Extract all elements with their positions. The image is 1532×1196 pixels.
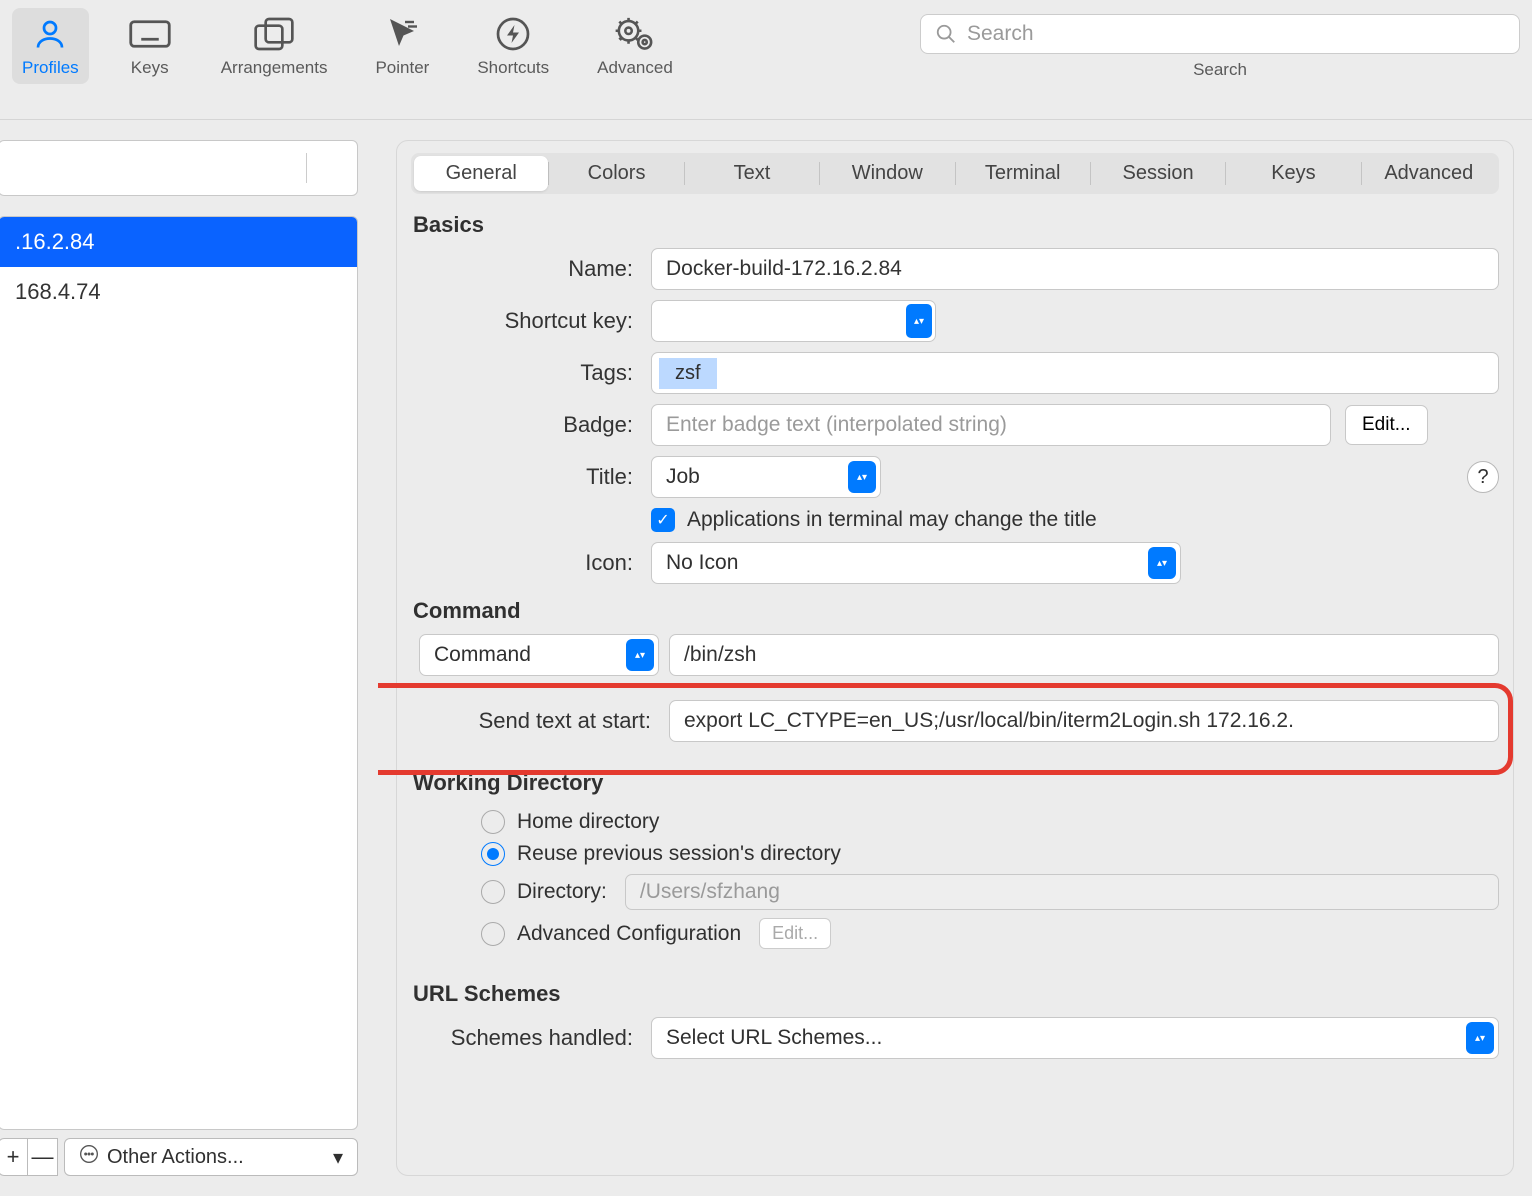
add-profile-button[interactable]: + xyxy=(0,1138,28,1176)
command-mode-select[interactable]: Command ▴▾ xyxy=(419,634,659,676)
home-label: Home directory xyxy=(517,810,659,834)
chevron-updown-icon: ▴▾ xyxy=(1466,1022,1494,1054)
advanced-dir-edit-button[interactable]: Edit... xyxy=(759,918,831,949)
tag-chip[interactable]: zsf xyxy=(659,358,717,389)
send-text-label: Send text at start: xyxy=(411,708,669,734)
title-change-label: Applications in terminal may change the … xyxy=(687,508,1097,532)
cursor-icon xyxy=(379,14,425,54)
title-value: Job xyxy=(666,465,700,489)
shortcut-label: Shortcut key: xyxy=(411,308,651,334)
other-actions-select[interactable]: Other Actions... ▾ xyxy=(64,1138,358,1176)
command-input[interactable]: /bin/zsh xyxy=(669,634,1499,676)
reuse-label: Reuse previous session's directory xyxy=(517,842,841,866)
toolbar-label: Shortcuts xyxy=(477,58,549,78)
tab-general[interactable]: General xyxy=(414,156,548,191)
tab-terminal[interactable]: Terminal xyxy=(956,156,1090,191)
profile-row[interactable]: 168.4.74 xyxy=(0,267,357,317)
toolbar-search-wrap: Search Search xyxy=(920,8,1520,80)
toolbar-label: Advanced xyxy=(597,58,673,78)
name-label: Name: xyxy=(411,256,651,282)
bolt-circle-icon xyxy=(490,14,536,54)
content: General Colors Text Window Terminal Sess… xyxy=(378,120,1532,1196)
profile-list: .16.2.84 168.4.74 xyxy=(0,216,358,1130)
search-placeholder: Search xyxy=(967,22,1034,46)
schemes-label: Schemes handled: xyxy=(411,1025,651,1051)
name-input[interactable]: Docker-build-172.16.2.84 xyxy=(651,248,1499,290)
tab-advanced[interactable]: Advanced xyxy=(1362,156,1496,191)
toolbar-profiles[interactable]: Profiles xyxy=(12,8,89,84)
tab-keys[interactable]: Keys xyxy=(1226,156,1360,191)
urlschemes-heading: URL Schemes xyxy=(413,981,1499,1007)
profile-filter-input[interactable] xyxy=(0,140,358,196)
icon-value: No Icon xyxy=(666,551,738,575)
other-actions-label: Other Actions... xyxy=(107,1146,244,1169)
sidebar: .16.2.84 168.4.74 + — Other Actions... ▾ xyxy=(0,120,378,1196)
basics-heading: Basics xyxy=(413,212,1499,238)
toolbar-label: Pointer xyxy=(375,58,429,78)
send-text-input[interactable]: export LC_CTYPE=en_US;/usr/local/bin/ite… xyxy=(669,700,1499,742)
tab-colors[interactable]: Colors xyxy=(549,156,683,191)
icon-select[interactable]: No Icon ▴▾ xyxy=(651,542,1181,584)
chevron-down-icon: ▾ xyxy=(333,1145,343,1170)
directory-input[interactable]: /Users/sfzhang xyxy=(625,874,1499,910)
workdir-heading: Working Directory xyxy=(413,770,1499,796)
command-mode-value: Command xyxy=(434,643,531,667)
title-select[interactable]: Job ▴▾ xyxy=(651,456,881,498)
tab-session[interactable]: Session xyxy=(1091,156,1225,191)
advanced-dir-radio[interactable] xyxy=(481,922,505,946)
tab-text[interactable]: Text xyxy=(685,156,819,191)
icon-label: Icon: xyxy=(411,550,651,576)
toolbar-arrangements[interactable]: Arrangements xyxy=(211,8,338,84)
schemes-value: Select URL Schemes... xyxy=(666,1026,882,1050)
shortcut-key-field[interactable]: ▴▾ xyxy=(651,300,936,342)
badge-edit-button[interactable]: Edit... xyxy=(1345,405,1428,445)
title-help-button[interactable]: ? xyxy=(1467,461,1499,493)
tab-window[interactable]: Window xyxy=(820,156,954,191)
badge-label: Badge: xyxy=(411,412,651,438)
chevron-updown-icon: ▴▾ xyxy=(906,304,932,338)
toolbar-pointer[interactable]: Pointer xyxy=(365,8,439,84)
profile-row[interactable]: .16.2.84 xyxy=(0,217,357,267)
main: .16.2.84 168.4.74 + — Other Actions... ▾… xyxy=(0,120,1532,1196)
toolbar: Profiles Keys Arrangements Pointer Short… xyxy=(0,0,1532,120)
gears-icon xyxy=(612,14,658,54)
tabs: General Colors Text Window Terminal Sess… xyxy=(411,153,1499,194)
directory-radio[interactable] xyxy=(481,880,505,904)
home-radio[interactable] xyxy=(481,810,505,834)
chevron-updown-icon: ▴▾ xyxy=(848,461,876,493)
toolbar-shortcuts[interactable]: Shortcuts xyxy=(467,8,559,84)
toolbar-keys[interactable]: Keys xyxy=(117,8,183,84)
directory-label: Directory: xyxy=(517,880,607,904)
advanced-dir-label: Advanced Configuration xyxy=(517,922,741,946)
tags-label: Tags: xyxy=(411,360,651,386)
windows-icon xyxy=(251,14,297,54)
toolbar-label: Keys xyxy=(131,58,169,78)
sidebar-controls: + — Other Actions... ▾ xyxy=(0,1138,358,1176)
schemes-select[interactable]: Select URL Schemes... ▴▾ xyxy=(651,1017,1499,1059)
command-heading: Command xyxy=(413,598,1499,624)
person-icon xyxy=(27,14,73,54)
title-label: Title: xyxy=(411,464,651,490)
chevron-updown-icon: ▴▾ xyxy=(626,639,654,671)
tags-input[interactable]: zsf xyxy=(651,352,1499,394)
chevron-updown-icon: ▴▾ xyxy=(1148,547,1176,579)
title-change-checkbox[interactable]: ✓ xyxy=(651,508,675,532)
search-icon xyxy=(935,23,957,45)
toolbar-advanced[interactable]: Advanced xyxy=(587,8,683,84)
search-label: Search xyxy=(1193,60,1247,80)
toolbar-label: Arrangements xyxy=(221,58,328,78)
settings-panel: General Colors Text Window Terminal Sess… xyxy=(396,140,1514,1176)
badge-input[interactable]: Enter badge text (interpolated string) xyxy=(651,404,1331,446)
keyboard-icon xyxy=(127,14,173,54)
remove-profile-button[interactable]: — xyxy=(28,1138,58,1176)
ellipsis-circle-icon xyxy=(79,1144,99,1170)
reuse-radio[interactable] xyxy=(481,842,505,866)
search-input[interactable]: Search xyxy=(920,14,1520,54)
toolbar-label: Profiles xyxy=(22,58,79,78)
